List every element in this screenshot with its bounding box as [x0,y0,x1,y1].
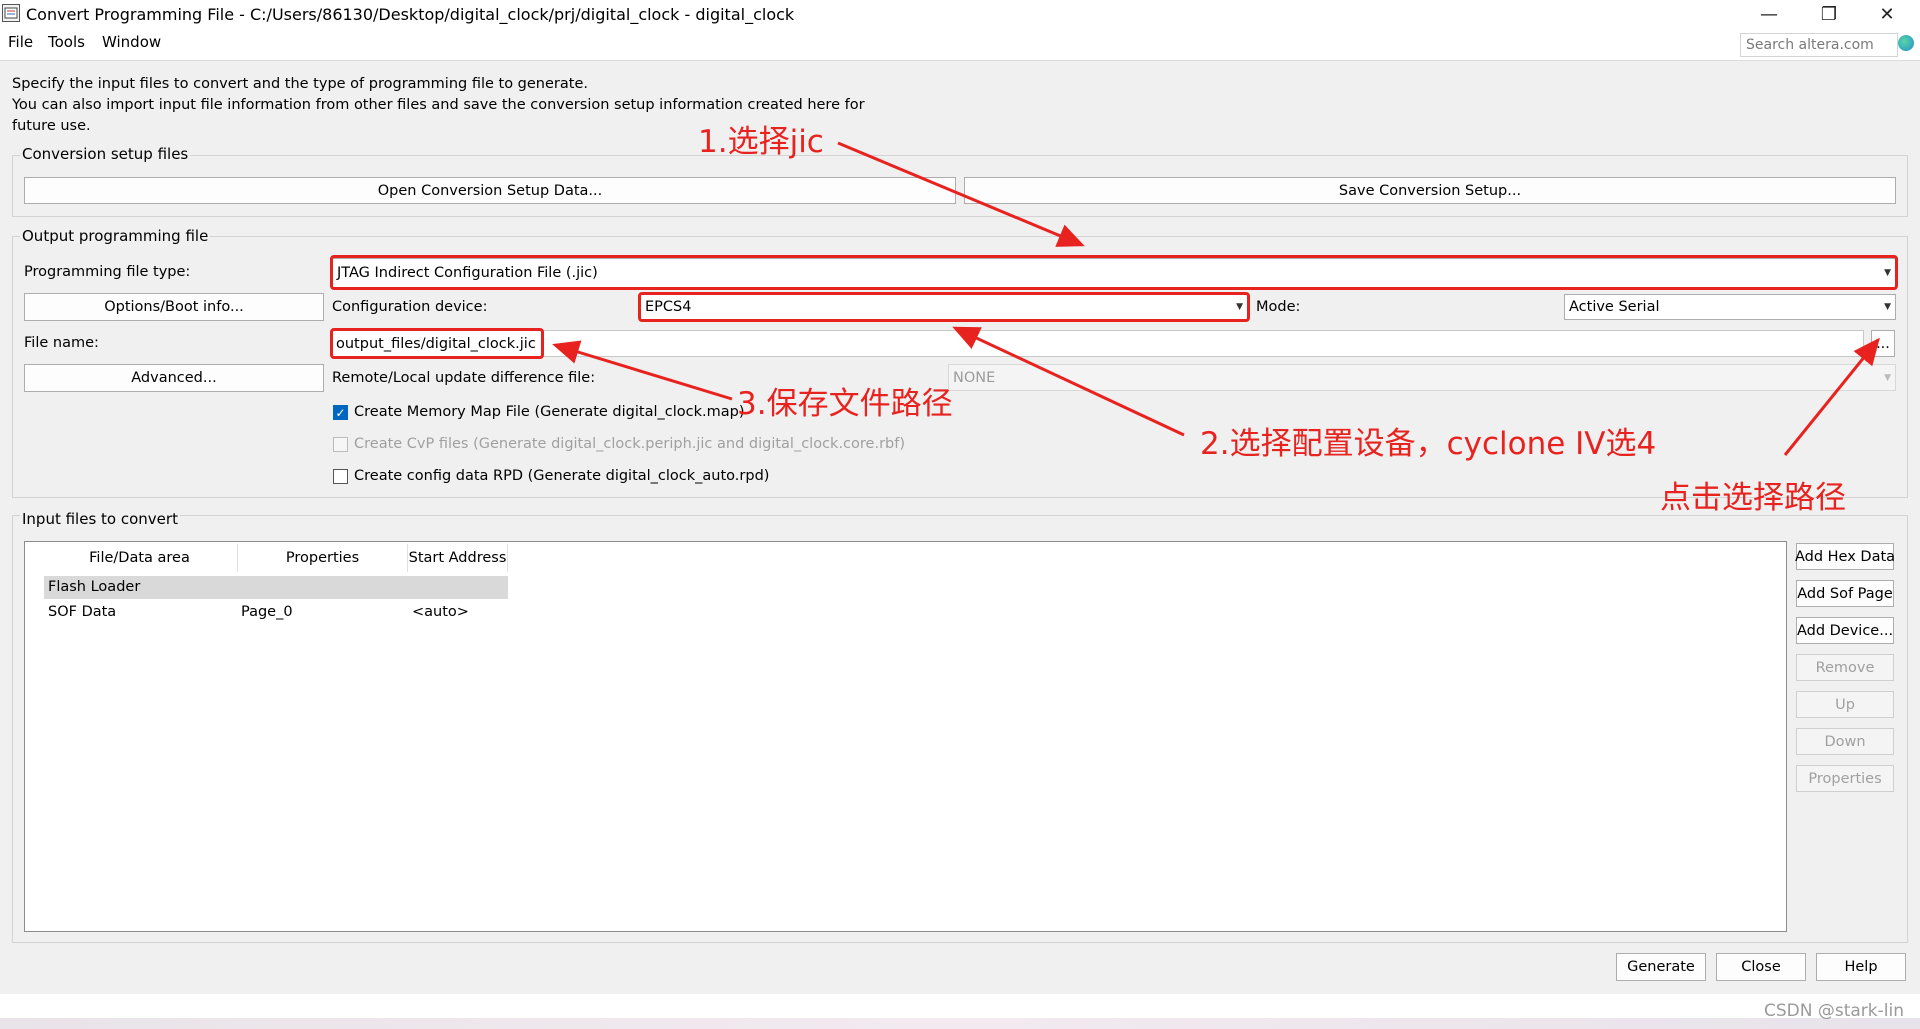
annotation-step1: 1.选择jic [698,124,824,160]
arrow-step2 [952,326,1185,437]
arrow-browse [1783,337,1880,456]
arrow-step3 [552,340,733,401]
annotation-click-path: 点击选择路径 [1660,480,1846,516]
arrow-step1 [837,141,1085,247]
annotation-step3: 3.保存文件路径 [737,386,953,422]
watermark: CSDN @stark-lin [1764,1001,1905,1021]
bottom-strip [0,1018,1920,1029]
annotation-step2: 2.选择配置设备，cyclone IV选4 [1200,426,1657,462]
annotation-arrows [552,141,1880,456]
